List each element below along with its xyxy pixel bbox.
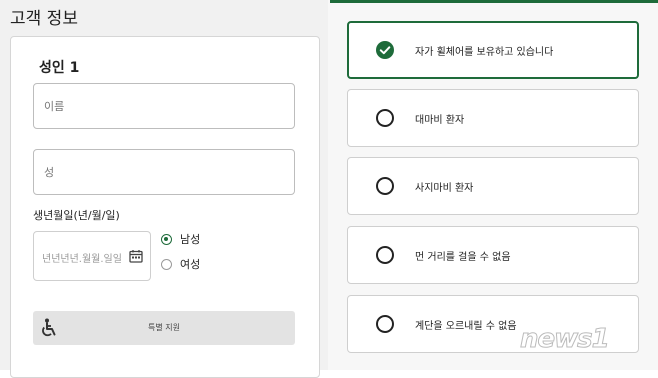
option-label: 먼 거리를 걸을 수 없음 [415, 252, 511, 263]
option-cannot-walk-far[interactable]: 먼 거리를 걸을 수 없음 [347, 226, 639, 284]
dob-placeholder: 년년년년.월월.일일 [42, 254, 122, 265]
option-label: 대마비 환자 [415, 115, 465, 126]
radio-icon [376, 246, 394, 264]
news1-watermark: news1 [520, 324, 611, 355]
gender-female-option[interactable]: 여성 [161, 256, 200, 272]
gender-male-option[interactable]: 남성 [161, 231, 200, 247]
option-label: 자가 휠체어를 보유하고 있습니다 [415, 47, 554, 58]
gender-female-label: 여성 [180, 258, 201, 271]
passenger-card: 성인 1 생년월일(년/월/일) 년년년년.월월.일일 남성 여성 [10, 36, 320, 378]
radio-icon [376, 109, 394, 127]
dob-field[interactable]: 년년년년.월월.일일 [33, 231, 151, 281]
gender-male-label: 남성 [180, 233, 201, 246]
calendar-icon[interactable] [129, 249, 143, 263]
first-name-field[interactable] [33, 83, 295, 129]
dob-label: 생년월일(년/월/일) [33, 209, 120, 222]
option-paraplegic[interactable]: 대마비 환자 [347, 89, 639, 147]
last-name-field[interactable] [33, 149, 295, 195]
radio-icon [161, 258, 172, 270]
check-circle-icon [376, 41, 394, 59]
radio-icon [376, 315, 394, 333]
special-support-button[interactable]: 특별 지원 [33, 311, 295, 345]
option-own-wheelchair[interactable]: 자가 휠체어를 보유하고 있습니다 [347, 21, 639, 79]
top-accent-bar [330, 0, 658, 3]
page-title: 고객 정보 [10, 9, 78, 29]
radio-checked-icon [161, 233, 172, 245]
passenger-heading: 성인 1 [39, 60, 80, 76]
option-label: 사지마비 환자 [415, 183, 474, 194]
customer-info-pane: 고객 정보 성인 1 생년월일(년/월/일) 년년년년.월월.일일 남성 여성 [0, 0, 328, 378]
option-label: 계단을 오르내릴 수 없음 [415, 321, 517, 332]
radio-icon [376, 177, 394, 195]
special-support-label: 특별 지원 [148, 323, 180, 332]
option-quadriplegic[interactable]: 사지마비 환자 [347, 157, 639, 215]
